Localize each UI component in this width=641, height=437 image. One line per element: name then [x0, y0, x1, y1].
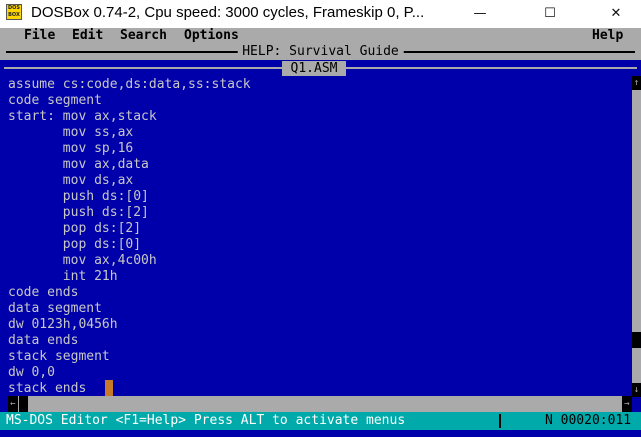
code-line: mov ax,4c00h [8, 253, 157, 268]
scroll-up-icon[interactable]: ↑ [632, 76, 641, 90]
menu-edit[interactable]: Edit [72, 28, 103, 44]
maximize-button[interactable]: ☐ [527, 0, 573, 28]
vertical-scrollbar[interactable]: ↑ ↓ [632, 76, 641, 397]
menu-options[interactable]: Options [184, 28, 239, 44]
cursor-position: N 00020:011 [545, 413, 632, 428]
status-bar: MS-DOS Editor <F1=Help> Press ALT to act… [0, 412, 641, 430]
code-line: int 21h [8, 269, 118, 284]
menu-file[interactable]: File [24, 28, 55, 44]
code-line: pop ds:[0] [8, 237, 142, 252]
code-line: stack segment [8, 349, 110, 364]
code-line: data segment [8, 301, 102, 316]
horizontal-scroll-thumb[interactable] [19, 396, 28, 412]
scroll-right-icon[interactable]: → [622, 396, 632, 412]
code-line: data ends [8, 333, 79, 348]
code-editor[interactable]: assume cs:code,ds:data,ss:stack code segm… [8, 77, 624, 397]
horizontal-scrollbar[interactable]: ← → [8, 396, 632, 412]
scroll-down-icon[interactable]: ↓ [632, 383, 641, 397]
scroll-left-icon[interactable]: ← [8, 396, 18, 412]
window-titlebar: DOS BOX DOSBox 0.74-2, Cpu speed: 3000 c… [0, 0, 641, 28]
help-window[interactable]: HELP: Survival Guide [0, 44, 641, 60]
menu-search[interactable]: Search [120, 28, 167, 44]
text-cursor [105, 380, 113, 396]
code-line: pop ds:[2] [8, 221, 142, 236]
status-message: MS-DOS Editor <F1=Help> Press ALT to act… [6, 413, 406, 428]
code-line: assume cs:code,ds:data,ss:stack [8, 77, 251, 92]
code-line: push ds:[0] [8, 189, 149, 204]
menu-bar: File Edit Search Options Help [0, 28, 641, 44]
dosbox-icon: DOS BOX [6, 4, 22, 20]
code-line: mov ss,ax [8, 125, 134, 140]
dos-screen: File Edit Search Options Help HELP: Surv… [0, 28, 641, 437]
minimize-button[interactable]: — [457, 0, 503, 28]
window-title: DOSBox 0.74-2, Cpu speed: 3000 cycles, F… [31, 4, 425, 21]
screen-bottom-edge [0, 430, 641, 437]
close-button[interactable]: ✕ [593, 0, 639, 28]
code-line: mov ax,data [8, 157, 149, 172]
document-title: Q1.ASM [282, 61, 346, 76]
code-line: mov ds,ax [8, 173, 134, 188]
code-line: dw 0123h,0456h [8, 317, 118, 332]
code-line: dw 0,0 [8, 365, 55, 380]
code-line: code segment [8, 93, 102, 108]
vertical-scroll-thumb[interactable] [632, 332, 641, 348]
code-line: push ds:[2] [8, 205, 149, 220]
help-window-title: HELP: Survival Guide [237, 44, 404, 60]
code-line: mov sp,16 [8, 141, 134, 156]
code-line: start: mov ax,stack [8, 109, 157, 124]
menu-help[interactable]: Help [592, 28, 623, 44]
code-line: stack ends [8, 381, 87, 396]
code-line: code ends [8, 285, 79, 300]
status-divider [499, 414, 501, 428]
